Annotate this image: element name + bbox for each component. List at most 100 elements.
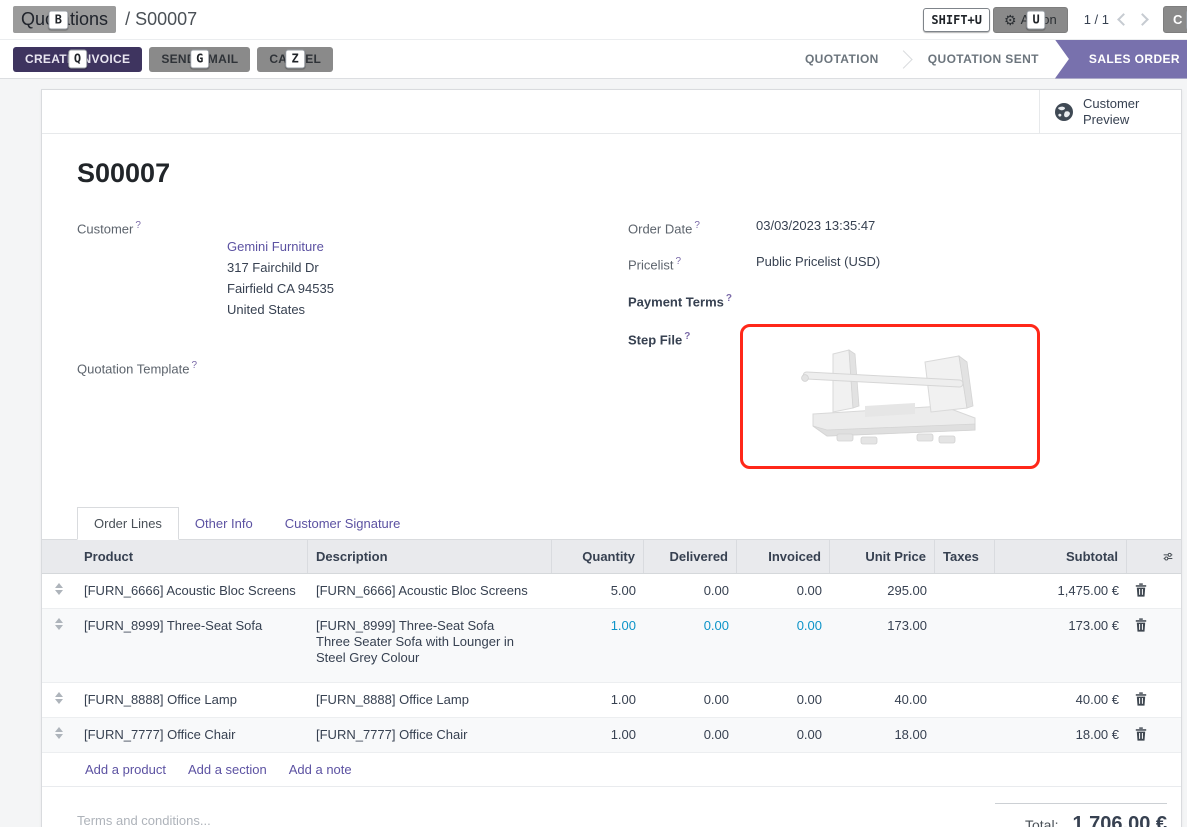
header-invoiced[interactable]: Invoiced <box>737 540 830 573</box>
hotkey-hint-cancel: Z <box>285 50 305 69</box>
add-note-link[interactable]: Add a note <box>289 762 352 777</box>
table-row[interactable]: [FURN_7777] Office Chair [FURN_7777] Off… <box>42 718 1181 753</box>
drag-handle-icon[interactable] <box>42 718 76 748</box>
breadcrumb: Quotations B / S00007 <box>13 6 197 33</box>
optional-columns-icon[interactable] <box>1155 540 1181 573</box>
card-button-box: Customer Preview <box>42 90 1181 134</box>
cell-invoiced[interactable]: 0.00 <box>737 609 830 643</box>
tab-other-info[interactable]: Other Info <box>179 508 269 539</box>
drag-handle-icon[interactable] <box>42 683 76 713</box>
header-unit-price[interactable]: Unit Price <box>830 540 935 573</box>
cell-invoiced[interactable]: 0.00 <box>737 574 830 608</box>
cell-invoiced[interactable]: 0.00 <box>737 683 830 717</box>
cell-subtotal: 1,475.00 € <box>995 574 1127 608</box>
help-icon: ? <box>192 360 198 371</box>
table-row[interactable]: [FURN_8888] Office Lamp [FURN_8888] Offi… <box>42 683 1181 718</box>
cell-product[interactable]: [FURN_6666] Acoustic Bloc Screens <box>76 574 308 608</box>
pager-next-icon[interactable] <box>1136 13 1149 26</box>
tab-customer-signature[interactable]: Customer Signature <box>269 508 417 539</box>
cell-delivered[interactable]: 0.00 <box>644 718 737 752</box>
cancel-button[interactable]: CANCEL Z <box>257 47 333 72</box>
cell-product[interactable]: [FURN_7777] Office Chair <box>76 718 308 752</box>
header-description[interactable]: Description <box>308 540 552 573</box>
delete-row-icon[interactable] <box>1127 574 1155 606</box>
field-payment-terms[interactable]: Payment Terms? <box>628 288 1146 312</box>
order-date-label: Order Date? <box>628 215 756 239</box>
cell-taxes[interactable] <box>935 718 995 736</box>
drag-handle-icon[interactable] <box>42 574 76 604</box>
cell-subtotal: 173.00 € <box>995 609 1127 643</box>
globe-icon <box>1054 102 1074 122</box>
delete-row-icon[interactable] <box>1127 683 1155 715</box>
cell-product[interactable]: [FURN_8888] Office Lamp <box>76 683 308 717</box>
customer-link[interactable]: Gemini Furniture <box>227 239 324 254</box>
cell-taxes[interactable] <box>935 574 995 592</box>
breadcrumb-parent[interactable]: Quotations B <box>13 6 116 33</box>
action-button[interactable]: ⚙ Action U <box>993 7 1068 33</box>
cell-subtotal: 40.00 € <box>995 683 1127 717</box>
step-file-preview[interactable] <box>740 324 1040 469</box>
action-toolbar: CREATE INVOICE Q SEND EMAIL G CANCEL Z Q… <box>0 40 1187 79</box>
customer-preview-label: Customer Preview <box>1083 96 1153 128</box>
header-product[interactable]: Product <box>76 540 308 573</box>
tab-order-lines[interactable]: Order Lines <box>77 507 179 540</box>
drag-handle-icon[interactable] <box>42 609 76 639</box>
hotkey-hint-create-invoice: Q <box>68 50 88 69</box>
cell-quantity[interactable]: 1.00 <box>552 683 644 717</box>
send-email-button[interactable]: SEND EMAIL G <box>149 47 250 72</box>
pager-previous-icon[interactable] <box>1117 13 1130 26</box>
cell-description[interactable]: [FURN_8888] Office Lamp <box>308 683 552 717</box>
cell-description[interactable]: [FURN_8999] Three-Seat Sofa Three Seater… <box>308 609 552 675</box>
delete-row-icon[interactable] <box>1127 718 1155 750</box>
customer-preview-button[interactable]: Customer Preview <box>1039 90 1181 133</box>
header-delivered[interactable]: Delivered <box>644 540 737 573</box>
field-pricelist: Pricelist? Public Pricelist (USD) <box>628 251 1146 275</box>
cell-unit-price[interactable]: 295.00 <box>830 574 935 608</box>
gear-icon: ⚙ <box>1004 13 1017 27</box>
cell-product[interactable]: [FURN_8999] Three-Seat Sofa <box>76 609 308 643</box>
cell-quantity[interactable]: 1.00 <box>552 718 644 752</box>
header-quantity[interactable]: Quantity <box>552 540 644 573</box>
cell-delivered[interactable]: 0.00 <box>644 609 737 643</box>
field-quotation-template[interactable]: Quotation Template? <box>77 355 628 379</box>
cell-quantity[interactable]: 5.00 <box>552 574 644 608</box>
cell-unit-price[interactable]: 18.00 <box>830 718 935 752</box>
stage-quotation[interactable]: QUOTATION <box>789 40 895 79</box>
terms-placeholder[interactable]: Terms and conditions... <box>77 803 211 827</box>
page-title: S00007 <box>77 158 1146 189</box>
edge-clipped-button[interactable]: C <box>1163 6 1187 33</box>
cell-unit-price[interactable]: 173.00 <box>830 609 935 643</box>
help-icon: ? <box>676 256 682 267</box>
cell-delivered[interactable]: 0.00 <box>644 574 737 608</box>
stage-quotation-sent[interactable]: QUOTATION SENT <box>912 40 1055 79</box>
table-row[interactable]: [FURN_8999] Three-Seat Sofa [FURN_8999] … <box>42 609 1181 683</box>
breadcrumb-current-label: S00007 <box>135 9 197 29</box>
topbar-right-group: SHIFT+U ⚙ Action U 1 / 1 C <box>923 6 1187 33</box>
step-file-label: Step File? <box>628 326 756 469</box>
order-date-value[interactable]: 03/03/2023 13:35:47 <box>756 215 875 239</box>
cell-taxes[interactable] <box>935 683 995 701</box>
pricelist-value[interactable]: Public Pricelist (USD) <box>756 251 880 275</box>
help-icon: ? <box>684 331 690 342</box>
table-row[interactable]: [FURN_6666] Acoustic Bloc Screens [FURN_… <box>42 574 1181 609</box>
add-section-link[interactable]: Add a section <box>188 762 267 777</box>
help-icon: ? <box>135 220 141 231</box>
field-group: Customer? Gemini Furniture 317 Fairchild… <box>77 215 1146 479</box>
cell-delivered[interactable]: 0.00 <box>644 683 737 717</box>
cell-taxes[interactable] <box>935 609 995 627</box>
cell-description[interactable]: [FURN_7777] Office Chair <box>308 718 552 752</box>
field-step-file: Step File? <box>628 326 1146 469</box>
field-column-left: Customer? Gemini Furniture 317 Fairchild… <box>77 215 628 479</box>
add-product-link[interactable]: Add a product <box>85 762 166 777</box>
cell-description[interactable]: [FURN_6666] Acoustic Bloc Screens <box>308 574 552 608</box>
delete-row-icon[interactable] <box>1127 609 1155 641</box>
header-subtotal[interactable]: Subtotal <box>995 540 1127 573</box>
header-taxes[interactable]: Taxes <box>935 540 995 573</box>
hotkey-hint-breadcrumb: B <box>49 10 68 29</box>
cell-unit-price[interactable]: 40.00 <box>830 683 935 717</box>
create-invoice-button[interactable]: CREATE INVOICE Q <box>13 47 142 72</box>
cell-invoiced[interactable]: 0.00 <box>737 718 830 752</box>
customer-address: 317 Fairchild Dr Fairfield CA 94535 Unit… <box>227 257 334 320</box>
stage-sales-order[interactable]: SALES ORDER <box>1055 40 1187 79</box>
cell-quantity[interactable]: 1.00 <box>552 609 644 643</box>
